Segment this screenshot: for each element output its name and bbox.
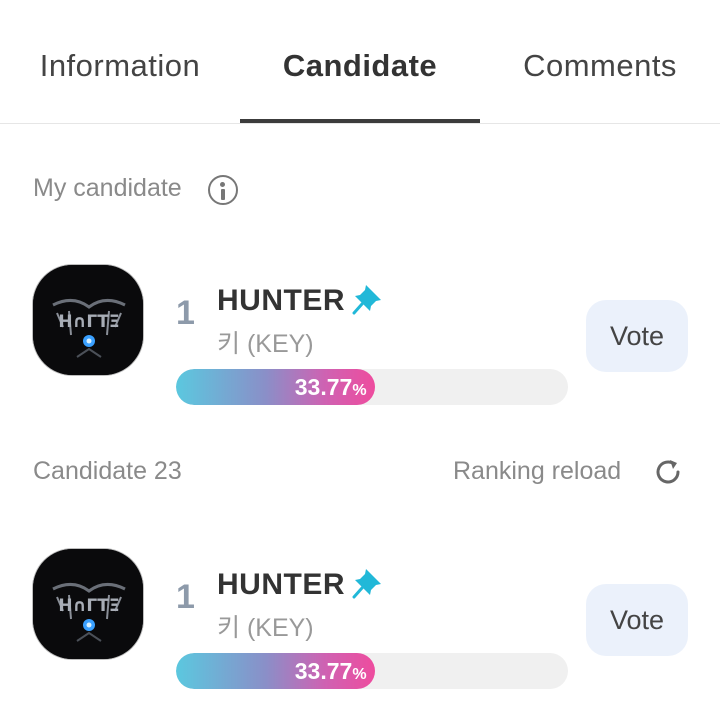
vote-percentage: 33.77% [294, 374, 367, 400]
vote-progress-track: 33.77% [176, 369, 568, 405]
candidate-subtitle: 키 (KEY) [217, 330, 314, 358]
active-tab-indicator [240, 119, 480, 123]
info-circle-icon[interactable] [208, 175, 238, 205]
tab-bar: Information Candidate Comments [0, 0, 720, 124]
candidate-rank: 1 [176, 294, 195, 332]
tab-candidate[interactable]: Candidate [240, 48, 480, 104]
candidate-avatar[interactable]: H∩ΓΤΞ [32, 264, 144, 376]
refresh-icon[interactable] [652, 456, 684, 488]
candidate-count-label: Candidate 23 [33, 457, 182, 485]
vote-progress-fill: 33.77% [176, 653, 375, 689]
vote-progress-fill: 33.77% [176, 369, 375, 405]
pin-icon [352, 285, 381, 315]
ranking-reload-label[interactable]: Ranking reload [453, 457, 621, 486]
vote-button[interactable]: Vote [586, 300, 688, 372]
candidate-name: HUNTER [217, 568, 345, 601]
candidate-rank: 1 [176, 578, 195, 616]
pin-icon [352, 569, 381, 599]
candidate-card: H∩ΓΤΞ 1 HUNTER 키 (KEY) 33.77% Vote [0, 264, 720, 414]
candidate-avatar[interactable]: H∩ΓΤΞ [32, 548, 144, 660]
candidate-subtitle: 키 (KEY) [217, 614, 314, 642]
vote-progress-track: 33.77% [176, 653, 568, 689]
my-candidate-label: My candidate [33, 174, 182, 202]
svg-text:H∩ΓΤΞ: H∩ΓΤΞ [58, 596, 119, 616]
tab-information[interactable]: Information [0, 48, 240, 104]
vote-percentage: 33.77% [294, 658, 367, 684]
candidate-card: H∩ΓΤΞ 1 HUNTER 키 (KEY) 33.77% Vote [0, 548, 720, 698]
candidate-name: HUNTER [217, 284, 345, 317]
tab-comments[interactable]: Comments [480, 48, 720, 104]
vote-button[interactable]: Vote [586, 584, 688, 656]
svg-text:H∩ΓΤΞ: H∩ΓΤΞ [58, 312, 119, 332]
